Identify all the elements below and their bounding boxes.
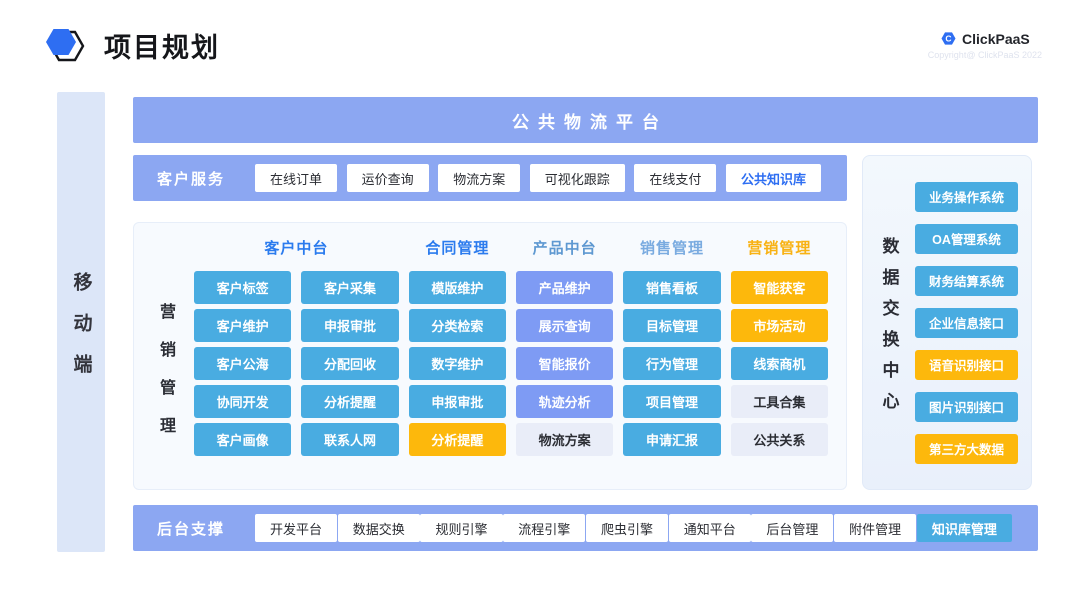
module-button[interactable]: 产品维护 bbox=[516, 271, 613, 304]
module-column-header: 营销管理 bbox=[731, 237, 828, 258]
data-exchange-panel: 数据交换中心 业务操作系统 OA管理系统财务结算系统企业信息接口语音识别接口图片识… bbox=[862, 155, 1032, 490]
module-button[interactable]: 分析提醒 bbox=[301, 385, 398, 418]
data-exchange-label-wrap: 数据交换中心 bbox=[863, 156, 915, 489]
brand-name: ClickPaaS bbox=[962, 31, 1030, 47]
backend-support-buttons: 开发平台数据交换规则引擎流程引擎爬虫引擎通知平台后台管理附件管理知识库管理 bbox=[255, 514, 1012, 542]
module-button[interactable]: 申报审批 bbox=[409, 385, 506, 418]
data-exchange-button[interactable]: 业务操作系统 bbox=[915, 182, 1018, 212]
backend-support-bar: 后台支撑 开发平台数据交换规则引擎流程引擎爬虫引擎通知平台后台管理附件管理知识库… bbox=[133, 505, 1038, 551]
data-exchange-label: 数据交换中心 bbox=[877, 223, 902, 423]
module-button[interactable]: 模版维护 bbox=[409, 271, 506, 304]
module-button[interactable]: 申请汇报 bbox=[623, 423, 720, 456]
marketing-side-label: 营销管理 bbox=[153, 281, 177, 455]
data-exchange-button[interactable]: 财务结算系统 bbox=[915, 266, 1018, 296]
module-button[interactable]: 联系人网 bbox=[301, 423, 398, 456]
module-button[interactable]: 客户标签 bbox=[194, 271, 291, 304]
customer-service-buttons: 在线订单运价查询物流方案可视化跟踪在线支付公共知识库 bbox=[255, 164, 821, 192]
customer-service-button[interactable]: 物流方案 bbox=[438, 164, 520, 192]
module-button[interactable]: 展示查询 bbox=[516, 309, 613, 342]
backend-support-button[interactable]: 开发平台 bbox=[255, 514, 337, 542]
module-button[interactable]: 协同开发 bbox=[194, 385, 291, 418]
data-exchange-button[interactable]: 语音识别接口 bbox=[915, 350, 1018, 380]
module-button[interactable]: 物流方案 bbox=[516, 423, 613, 456]
module-button[interactable]: 客户采集 bbox=[301, 271, 398, 304]
module-button[interactable]: 行为管理 bbox=[623, 347, 720, 380]
module-button[interactable]: 申报审批 bbox=[301, 309, 398, 342]
svg-text:C: C bbox=[945, 34, 951, 44]
brand-block: C ClickPaaS Copyright@ ClickPaaS 2022 bbox=[928, 30, 1042, 60]
backend-support-button[interactable]: 通知平台 bbox=[669, 514, 751, 542]
module-button[interactable]: 项目管理 bbox=[623, 385, 720, 418]
customer-service-button[interactable]: 公共知识库 bbox=[726, 164, 821, 192]
module-column-header: 产品中台 bbox=[516, 237, 613, 258]
customer-service-button[interactable]: 运价查询 bbox=[347, 164, 429, 192]
hexagon-logo-icon bbox=[38, 20, 88, 70]
module-button[interactable]: 工具合集 bbox=[731, 385, 828, 418]
customer-service-button[interactable]: 在线支付 bbox=[634, 164, 716, 192]
marketing-side-label-wrap: 营销管理 bbox=[148, 273, 182, 463]
data-exchange-button[interactable]: 第三方大数据 bbox=[915, 434, 1018, 464]
backend-support-button[interactable]: 后台管理 bbox=[751, 514, 833, 542]
backend-support-button[interactable]: 知识库管理 bbox=[917, 514, 1012, 542]
module-button[interactable]: 客户维护 bbox=[194, 309, 291, 342]
data-exchange-button[interactable]: 图片识别接口 bbox=[915, 392, 1018, 422]
copyright-text: Copyright@ ClickPaaS 2022 bbox=[928, 50, 1042, 60]
backend-support-button[interactable]: 流程引擎 bbox=[503, 514, 585, 542]
module-button[interactable]: 分析提醒 bbox=[409, 423, 506, 456]
module-button[interactable]: 市场活动 bbox=[731, 309, 828, 342]
backend-support-button[interactable]: 附件管理 bbox=[834, 514, 916, 542]
customer-service-button[interactable]: 在线订单 bbox=[255, 164, 337, 192]
module-button[interactable]: 数字维护 bbox=[409, 347, 506, 380]
module-column-header: 销售管理 bbox=[623, 237, 720, 258]
page-title: 项目规划 bbox=[104, 26, 220, 65]
customer-service-bar: 客户服务 在线订单运价查询物流方案可视化跟踪在线支付公共知识库 bbox=[133, 155, 847, 201]
project-planning-page: 项目规划 C ClickPaaS Copyright@ ClickPaaS 20… bbox=[0, 0, 1080, 608]
backend-support-label: 后台支撑 bbox=[157, 518, 225, 539]
mobile-strip: 移动端 bbox=[57, 92, 105, 552]
top-banner-label: 公共物流平台 bbox=[503, 108, 668, 133]
module-grid: 客户标签客户采集模版维护产品维护销售看板智能获客客户维护申报审批分类检索展示查询… bbox=[194, 271, 828, 456]
customer-service-label: 客户服务 bbox=[157, 168, 225, 189]
backend-support-button[interactable]: 规则引擎 bbox=[420, 514, 502, 542]
module-button[interactable]: 目标管理 bbox=[623, 309, 720, 342]
marketing-management-card: 营销管理 客户中台合同管理产品中台销售管理营销管理 客户标签客户采集模版维护产品… bbox=[133, 222, 847, 490]
module-button[interactable]: 分类检索 bbox=[409, 309, 506, 342]
data-exchange-buttons: 业务操作系统 OA管理系统财务结算系统企业信息接口语音识别接口图片识别接口第三方大… bbox=[915, 156, 1031, 489]
module-button[interactable]: 智能获客 bbox=[731, 271, 828, 304]
mobile-strip-label: 移动端 bbox=[68, 250, 95, 395]
data-exchange-button[interactable]: 企业信息接口 bbox=[915, 308, 1018, 338]
module-button[interactable]: 分配回收 bbox=[301, 347, 398, 380]
module-button[interactable]: 客户公海 bbox=[194, 347, 291, 380]
clickpaas-logo-icon: C bbox=[940, 30, 957, 47]
module-column-headers: 客户中台合同管理产品中台销售管理营销管理 bbox=[194, 237, 828, 258]
module-button[interactable]: 销售看板 bbox=[623, 271, 720, 304]
module-button[interactable]: 智能报价 bbox=[516, 347, 613, 380]
module-column-header: 客户中台 bbox=[194, 237, 399, 258]
page-header: 项目规划 bbox=[38, 20, 220, 70]
module-button[interactable]: 线索商机 bbox=[731, 347, 828, 380]
backend-support-button[interactable]: 数据交换 bbox=[338, 514, 420, 542]
backend-support-button[interactable]: 爬虫引擎 bbox=[586, 514, 668, 542]
customer-service-button[interactable]: 可视化跟踪 bbox=[530, 164, 625, 192]
module-button[interactable]: 轨迹分析 bbox=[516, 385, 613, 418]
top-banner: 公共物流平台 bbox=[133, 97, 1038, 143]
module-button[interactable]: 客户画像 bbox=[194, 423, 291, 456]
data-exchange-button[interactable]: OA管理系统 bbox=[915, 224, 1018, 254]
module-column-header: 合同管理 bbox=[409, 237, 506, 258]
module-button[interactable]: 公共关系 bbox=[731, 423, 828, 456]
